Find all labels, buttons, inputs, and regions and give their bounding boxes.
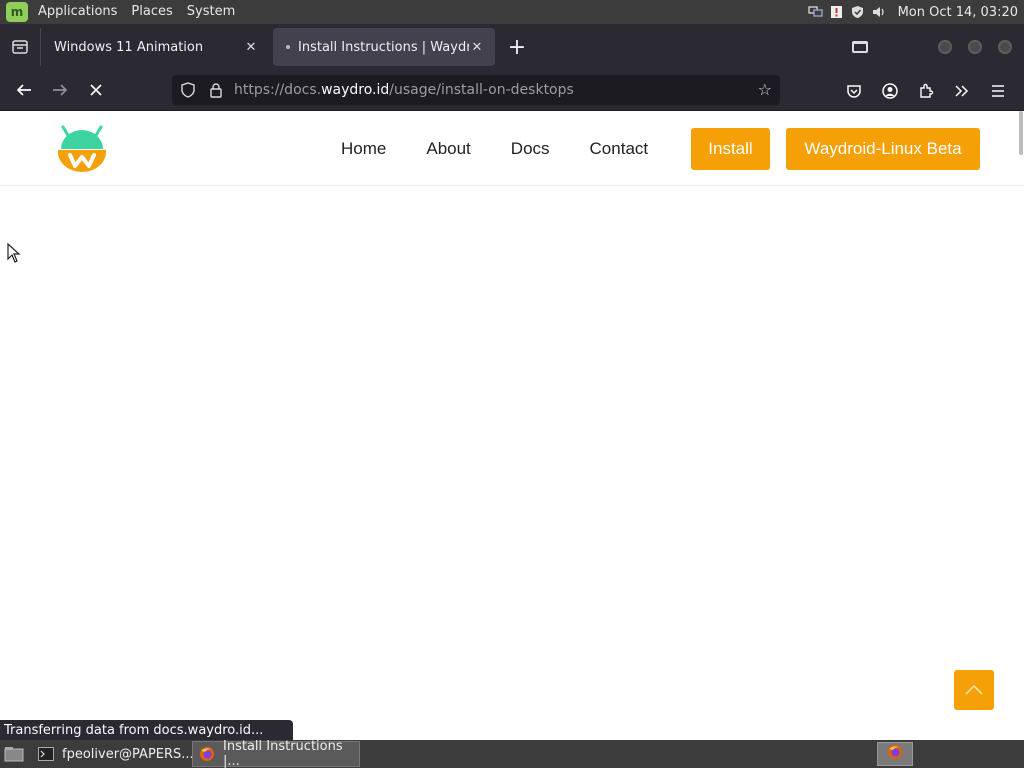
- url-bar[interactable]: https://docs.waydro.id/usage/install-on-…: [172, 75, 780, 105]
- network-icon[interactable]: [807, 5, 823, 20]
- mouse-cursor-icon: [7, 242, 21, 267]
- loading-dot-icon: [286, 45, 290, 49]
- top-panel: m Applications Places System Mon Oct 14,…: [0, 0, 1024, 24]
- lock-icon[interactable]: [204, 82, 228, 98]
- show-desktop-icon[interactable]: [2, 744, 26, 764]
- toolbar-buttons: [836, 73, 1016, 109]
- site-nav: Home About Docs Contact: [341, 139, 688, 159]
- update-warning-icon[interactable]: [829, 5, 844, 20]
- new-tab-button[interactable]: +: [501, 31, 533, 63]
- url-prefix: https://docs.: [234, 82, 322, 98]
- close-tab-icon[interactable]: ✕: [469, 40, 485, 55]
- tab-title: Windows 11 Animation: [54, 39, 204, 55]
- bottom-taskbar: fpeoliver@PAPERS... Install Instructions…: [0, 739, 1024, 768]
- nav-link-about[interactable]: About: [426, 139, 470, 159]
- tracking-protection-shield-icon[interactable]: [176, 82, 200, 98]
- close-tab-icon[interactable]: ✕: [243, 40, 259, 55]
- taskbar-item-firefox[interactable]: Install Instructions |...: [192, 739, 360, 768]
- site-header: Home About Docs Contact Install Waydroid…: [0, 111, 1024, 186]
- url-path: /usage/install-on-desktops: [389, 82, 574, 98]
- tab-install-instructions[interactable]: Install Instructions | Waydro ✕: [273, 28, 495, 66]
- taskbar-label: Install Instructions |...: [223, 739, 343, 768]
- waydroid-linux-beta-button[interactable]: Waydroid-Linux Beta: [786, 128, 980, 170]
- close-window-button[interactable]: [998, 40, 1012, 54]
- url-host: waydro.id: [321, 82, 390, 98]
- minimize-button[interactable]: [938, 40, 952, 54]
- tab-strip: Windows 11 Animation ✕ Install Instructi…: [0, 24, 1024, 70]
- window-tab-icon[interactable]: [852, 41, 868, 53]
- taskbar-item-terminal[interactable]: fpeoliver@PAPERS...: [32, 741, 194, 767]
- chevron-up-icon: [965, 684, 983, 695]
- url-text: https://docs.waydro.id/usage/install-on-…: [234, 82, 574, 98]
- system-tray: Mon Oct 14, 03:20: [807, 5, 1024, 20]
- taskbar-label: fpeoliver@PAPERS...: [62, 746, 194, 762]
- overflow-chevrons-icon[interactable]: [944, 73, 980, 109]
- clock[interactable]: Mon Oct 14, 03:20: [898, 5, 1018, 20]
- panel-menu: m Applications Places System: [0, 0, 249, 24]
- system-menu[interactable]: System: [180, 0, 242, 24]
- navigation-toolbar: https://docs.waydro.id/usage/install-on-…: [0, 70, 1024, 111]
- mint-logo-icon[interactable]: m: [6, 2, 28, 22]
- status-panel: Transferring data from docs.waydro.id...: [0, 720, 293, 740]
- account-icon[interactable]: [872, 73, 908, 109]
- maximize-button[interactable]: [968, 40, 982, 54]
- workspace-switcher[interactable]: [877, 742, 913, 766]
- shield-icon[interactable]: [850, 5, 865, 20]
- terminal-icon: [38, 747, 54, 761]
- extensions-icon[interactable]: [908, 73, 944, 109]
- back-button[interactable]: [6, 72, 42, 108]
- firefox-icon: [887, 744, 903, 764]
- bookmark-star-icon[interactable]: ☆: [758, 80, 772, 99]
- scroll-to-top-button[interactable]: [954, 670, 994, 710]
- pocket-icon[interactable]: [836, 73, 872, 109]
- firefox-icon: [199, 747, 215, 761]
- tab-windows-11-animation[interactable]: Windows 11 Animation ✕: [40, 28, 269, 66]
- nav-link-contact[interactable]: Contact: [590, 139, 649, 159]
- places-menu[interactable]: Places: [124, 0, 179, 24]
- tab-title: Install Instructions | Waydro: [298, 39, 469, 55]
- page-scrollbar[interactable]: [1019, 111, 1023, 155]
- waydroid-logo-icon[interactable]: [57, 119, 107, 175]
- nav-link-home[interactable]: Home: [341, 139, 386, 159]
- applications-menu[interactable]: Applications: [31, 0, 124, 24]
- volume-icon[interactable]: [871, 5, 886, 20]
- install-button[interactable]: Install: [691, 128, 770, 170]
- hamburger-menu-icon[interactable]: [980, 73, 1016, 109]
- window-controls: [852, 40, 1024, 54]
- web-content: Home About Docs Contact Install Waydroid…: [0, 111, 1024, 740]
- forward-button[interactable]: [42, 72, 78, 108]
- list-all-tabs-icon[interactable]: [0, 24, 40, 70]
- stop-loading-button[interactable]: [78, 72, 114, 108]
- nav-link-docs[interactable]: Docs: [511, 139, 550, 159]
